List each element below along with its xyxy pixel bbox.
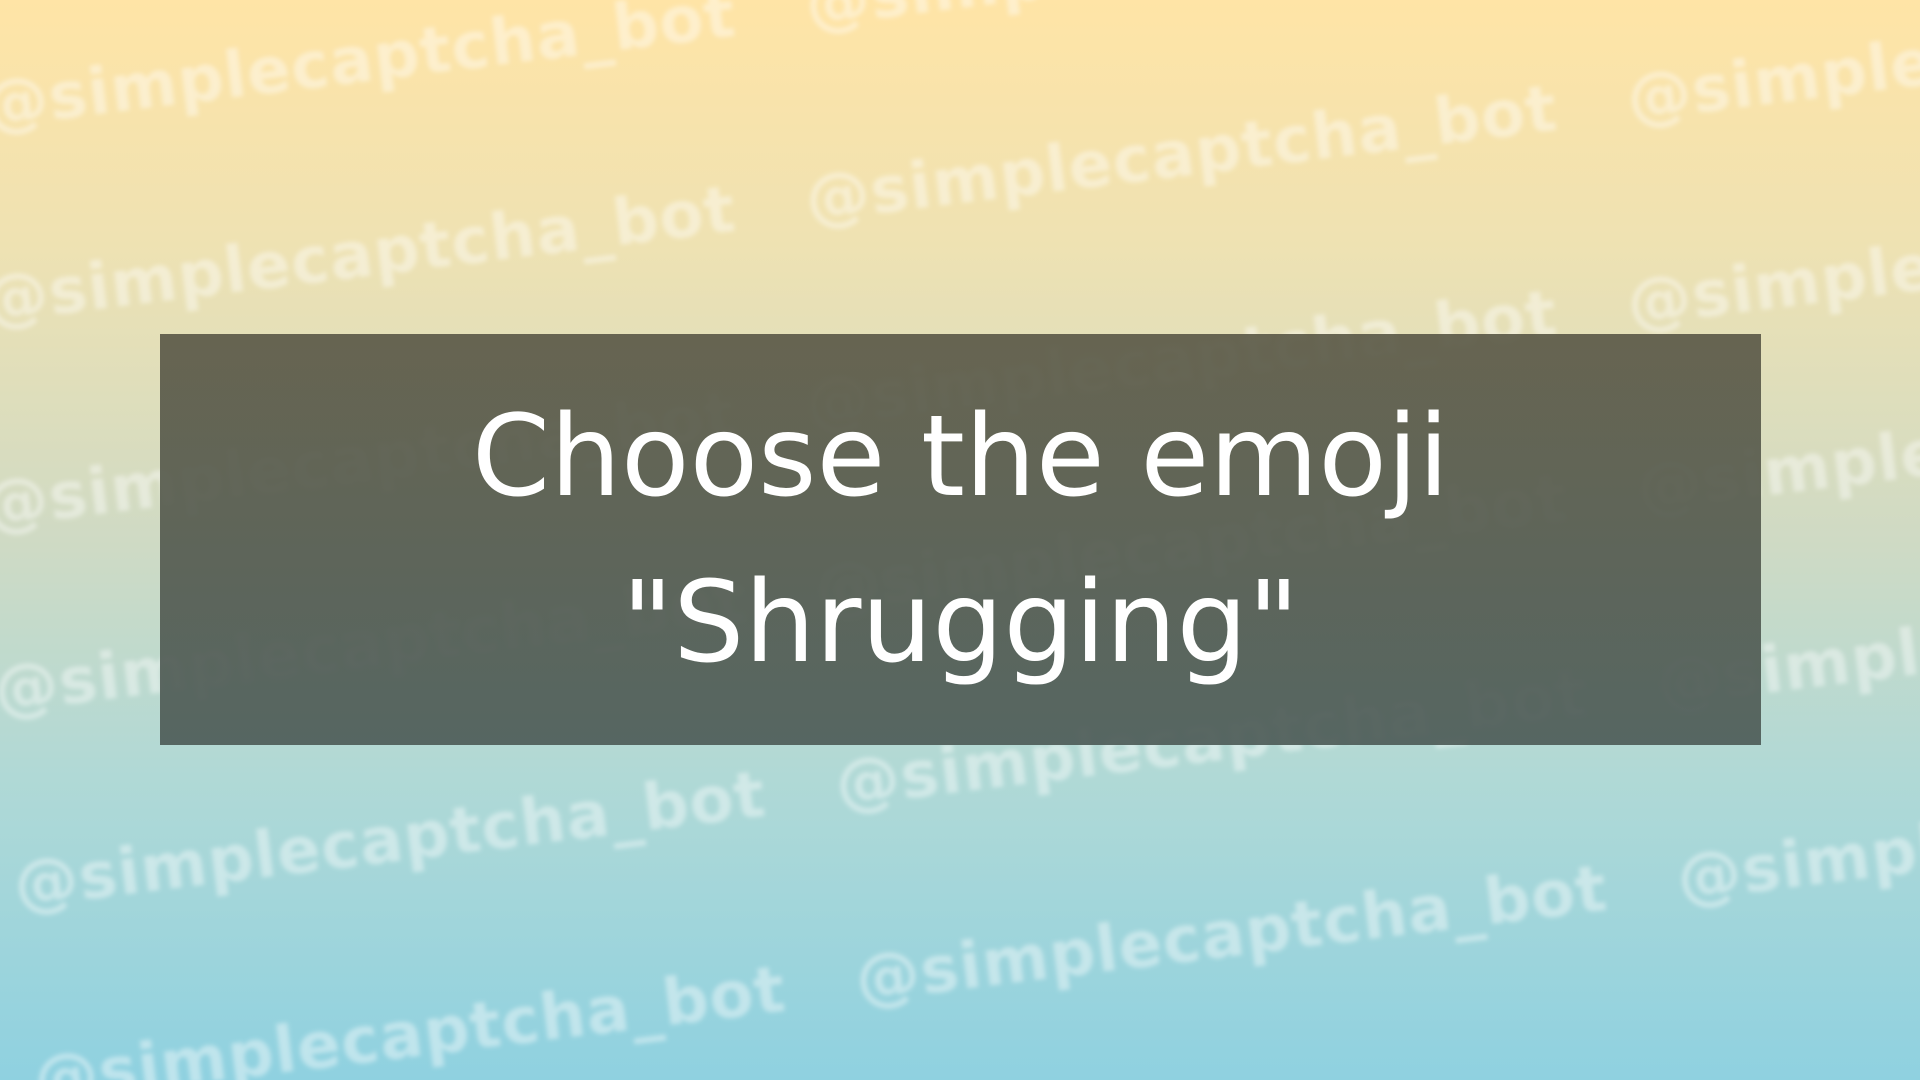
watermark-row: @simplecaptcha_bot @simplecaptcha_bot @s…: [30, 745, 1920, 1080]
watermark-row: @simplecaptcha_bot @simplecaptcha_bot @s…: [0, 0, 1920, 143]
watermark-text: @simplecaptcha_bot: [0, 0, 740, 144]
watermark-text: @simplecaptcha_bot: [1623, 0, 1920, 137]
watermark-text: @simplecaptcha_bot: [1623, 176, 1920, 342]
watermark-row: @simplecaptcha_bot @simplecaptcha_bot @s…: [0, 0, 1920, 338]
watermark-text: @simplecaptcha_bot: [0, 172, 740, 339]
watermark-text: @simplecaptcha_bot: [10, 757, 770, 924]
watermark-text: @simplecaptcha_bot: [30, 952, 790, 1080]
watermark-text: @simplecaptcha_bot: [802, 0, 1562, 43]
watermark-text: @simplecaptcha_bot: [801, 71, 1562, 238]
prompt-emoji-name: "Shrugging": [621, 557, 1300, 688]
captcha-prompt-panel: Choose the emoji "Shrugging": [160, 334, 1761, 745]
watermark-text: @simplecaptcha_bot: [1673, 751, 1920, 917]
watermark-text: @simplecaptcha_bot: [851, 851, 1612, 1018]
prompt-instruction: Choose the emoji: [471, 391, 1450, 522]
